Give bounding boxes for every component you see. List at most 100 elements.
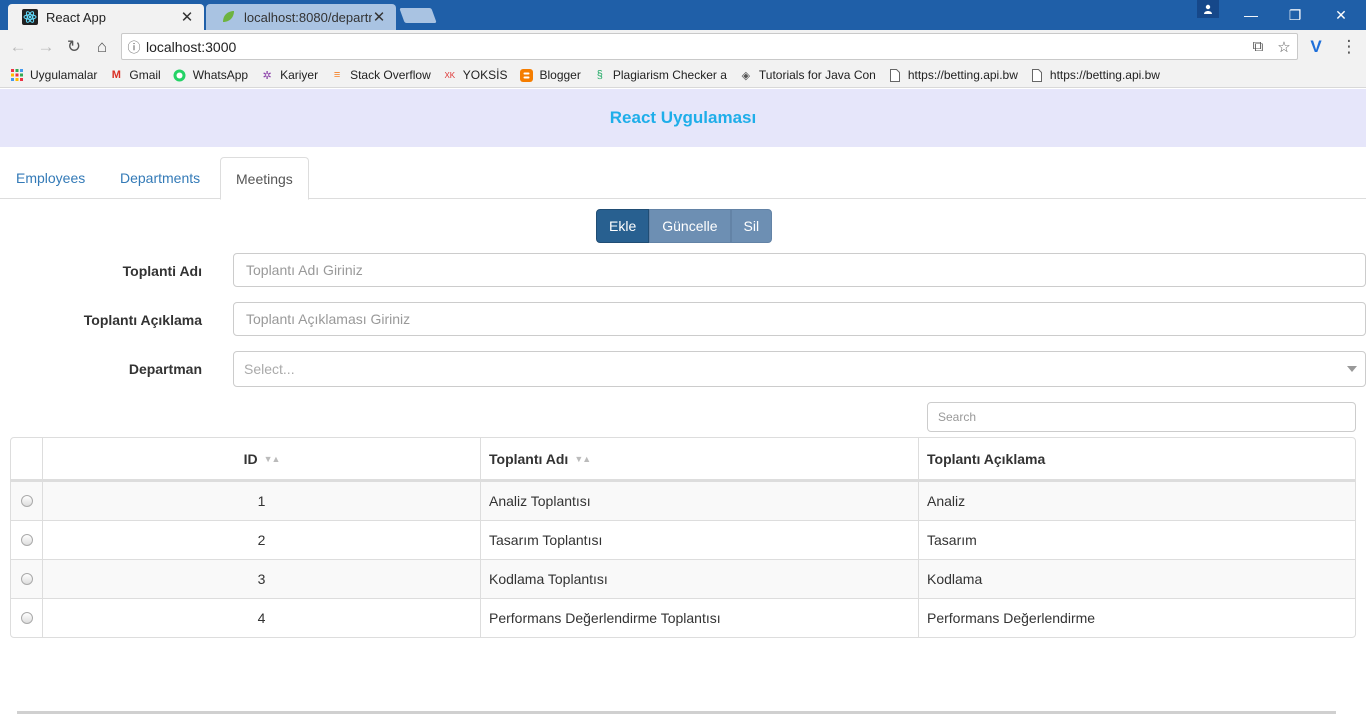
column-header-id[interactable]: ID ▼▲	[42, 438, 480, 479]
table-row[interactable]: 3 Kodlama Toplantısı Kodlama	[11, 559, 1355, 598]
bookmark-betting-2[interactable]: https://betting.api.bw	[1030, 68, 1160, 82]
column-header-label: Toplantı Adı	[489, 450, 569, 467]
action-button-group: Ekle Güncelle Sil	[596, 209, 773, 243]
plagiarism-icon: §	[596, 69, 603, 81]
tab-employees[interactable]: Employees	[1, 157, 100, 199]
apps-grid-icon	[10, 68, 24, 82]
tab-meetings[interactable]: Meetings	[220, 157, 309, 200]
bookmark-stackoverflow[interactable]: ≡ Stack Overflow	[330, 68, 431, 82]
browser-tab-react-app[interactable]: React App ✕	[8, 4, 204, 30]
cell-name: Kodlama Toplantısı	[480, 560, 918, 598]
reload-icon[interactable]: ↻	[63, 36, 85, 58]
profile-icon[interactable]	[1197, 0, 1219, 18]
column-header-label: Toplantı Açıklama	[927, 450, 1046, 467]
star-icon[interactable]: ☆	[1271, 38, 1297, 56]
bookmark-betting-1[interactable]: https://betting.api.bw	[888, 68, 1018, 82]
restore-icon[interactable]: ❐	[1272, 0, 1318, 30]
page-icon	[1030, 68, 1044, 82]
search-input[interactable]	[927, 402, 1356, 432]
bookmark-label: Plagiarism Checker a	[612, 68, 727, 82]
info-icon[interactable]: ⓘ	[122, 37, 146, 56]
table-row[interactable]: 2 Tasarım Toplantısı Tasarım	[11, 520, 1355, 559]
bookmark-whatsapp[interactable]: WhatsApp	[173, 68, 248, 82]
bookmark-label: Stack Overflow	[350, 68, 431, 82]
cell-id: 3	[42, 560, 480, 598]
bookmark-label: https://betting.api.bw	[1049, 68, 1160, 82]
bookmarks-bar: Uygulamalar M Gmail WhatsApp ✲ Kariyer ≡ St…	[0, 63, 1366, 88]
delete-button[interactable]: Sil	[730, 209, 773, 243]
new-tab-button[interactable]	[399, 8, 437, 23]
row-select-radio[interactable]	[20, 573, 33, 585]
row-select-radio[interactable]	[20, 534, 33, 546]
bookmark-blogger[interactable]: Blogger	[519, 68, 581, 82]
cell-name: Performans Değerlendirme Toplantısı	[480, 599, 918, 637]
bookmark-gmail[interactable]: M Gmail	[109, 68, 161, 82]
meeting-name-input[interactable]	[233, 253, 1366, 287]
menu-icon[interactable]: ⋮	[1338, 36, 1360, 58]
minimize-icon[interactable]: —	[1228, 0, 1274, 30]
bookmark-apps[interactable]: Uygulamalar	[10, 68, 97, 82]
meeting-name-label: Toplanti Adı	[122, 263, 202, 279]
bookmark-tutorials[interactable]: ◈ Tutorials for Java Con	[739, 68, 876, 82]
column-header-label: ID	[243, 450, 258, 467]
meeting-desc-input[interactable]	[233, 302, 1366, 336]
bookmark-label: Gmail	[129, 68, 161, 82]
cell-id: 2	[42, 521, 480, 559]
app-title: React Uygulaması	[609, 108, 757, 127]
table-header-row: ID ▼▲ Toplantı Adı ▼▲ Toplantı Açıklama	[11, 438, 1355, 481]
browser-toolbar: ← → ↻ ⌂ ⓘ localhost:3000 ⧉ ☆ V ⋮	[0, 30, 1366, 63]
cell-description: Kodlama	[918, 560, 1355, 598]
nav-tabs: Employees Departments Meetings	[0, 157, 1366, 200]
home-icon[interactable]: ⌂	[91, 36, 113, 58]
bookmark-yoksis[interactable]: ΧΚ YOKSİS	[443, 68, 508, 82]
close-icon[interactable]: ✕	[180, 8, 194, 26]
department-select-placeholder: Select...	[244, 361, 295, 377]
chevron-down-icon[interactable]	[1347, 366, 1357, 372]
address-bar[interactable]: ⓘ localhost:3000 ⧉ ☆	[121, 33, 1298, 60]
app-header: React Uygulaması	[0, 89, 1366, 147]
sort-icon[interactable]: ▼▲	[264, 454, 281, 464]
bookmark-label: Blogger	[539, 68, 581, 82]
table-row[interactable]: 4 Performans Değerlendirme Toplantısı Pe…	[11, 598, 1355, 637]
cell-description: Tasarım	[918, 521, 1355, 559]
cell-id: 4	[42, 599, 480, 637]
cell-description: Performans Değerlendirme	[918, 599, 1355, 637]
react-icon	[22, 9, 38, 25]
bookmark-kariyer[interactable]: ✲ Kariyer	[260, 68, 318, 82]
stackoverflow-icon: ≡	[333, 69, 341, 81]
table-row[interactable]: 1 Analiz Toplantısı Analiz	[11, 481, 1355, 520]
cell-name: Analiz Toplantısı	[480, 482, 918, 520]
meeting-desc-label: Toplantı Açıklama	[83, 312, 202, 328]
department-label: Departman	[128, 361, 202, 377]
gmail-icon: M	[111, 69, 121, 81]
row-select-radio[interactable]	[20, 612, 33, 624]
window-close-icon[interactable]: ✕	[1318, 0, 1364, 30]
yoksis-icon: ΧΚ	[444, 70, 456, 80]
kariyer-icon: ✲	[262, 69, 272, 82]
update-button[interactable]: Güncelle	[649, 209, 731, 243]
cell-id: 1	[42, 482, 480, 520]
sort-icon[interactable]: ▼▲	[574, 454, 591, 464]
translate-icon[interactable]: ⧉	[1245, 38, 1271, 55]
cell-description: Analiz	[918, 482, 1355, 520]
bookmark-label: https://betting.api.bw	[907, 68, 1018, 82]
back-icon[interactable]: ←	[7, 36, 29, 58]
extension-icon[interactable]: V	[1305, 36, 1327, 58]
bookmark-label: Uygulamalar	[30, 68, 98, 82]
department-select[interactable]: Select...	[233, 351, 1366, 387]
page-icon	[888, 68, 902, 82]
bookmark-label: Tutorials for Java Con	[758, 68, 876, 82]
spring-leaf-icon	[220, 9, 236, 25]
forward-icon[interactable]: →	[35, 36, 57, 58]
column-header-description: Toplantı Açıklama	[918, 438, 1355, 479]
browser-tab-departments[interactable]: localhost:8080/departme ✕	[206, 4, 396, 30]
tab-departments[interactable]: Departments	[105, 157, 215, 199]
add-button[interactable]: Ekle	[596, 209, 650, 243]
row-select-radio[interactable]	[20, 495, 33, 507]
bookmark-plagiarism[interactable]: § Plagiarism Checker a	[593, 68, 727, 82]
close-icon[interactable]: ✕	[372, 8, 386, 26]
meeting-name-row: Toplanti Adı	[0, 253, 1366, 289]
department-row: Departman Select...	[0, 351, 1366, 387]
bookmark-label: YOKSİS	[462, 68, 508, 82]
column-header-name[interactable]: Toplantı Adı ▼▲	[480, 438, 918, 479]
